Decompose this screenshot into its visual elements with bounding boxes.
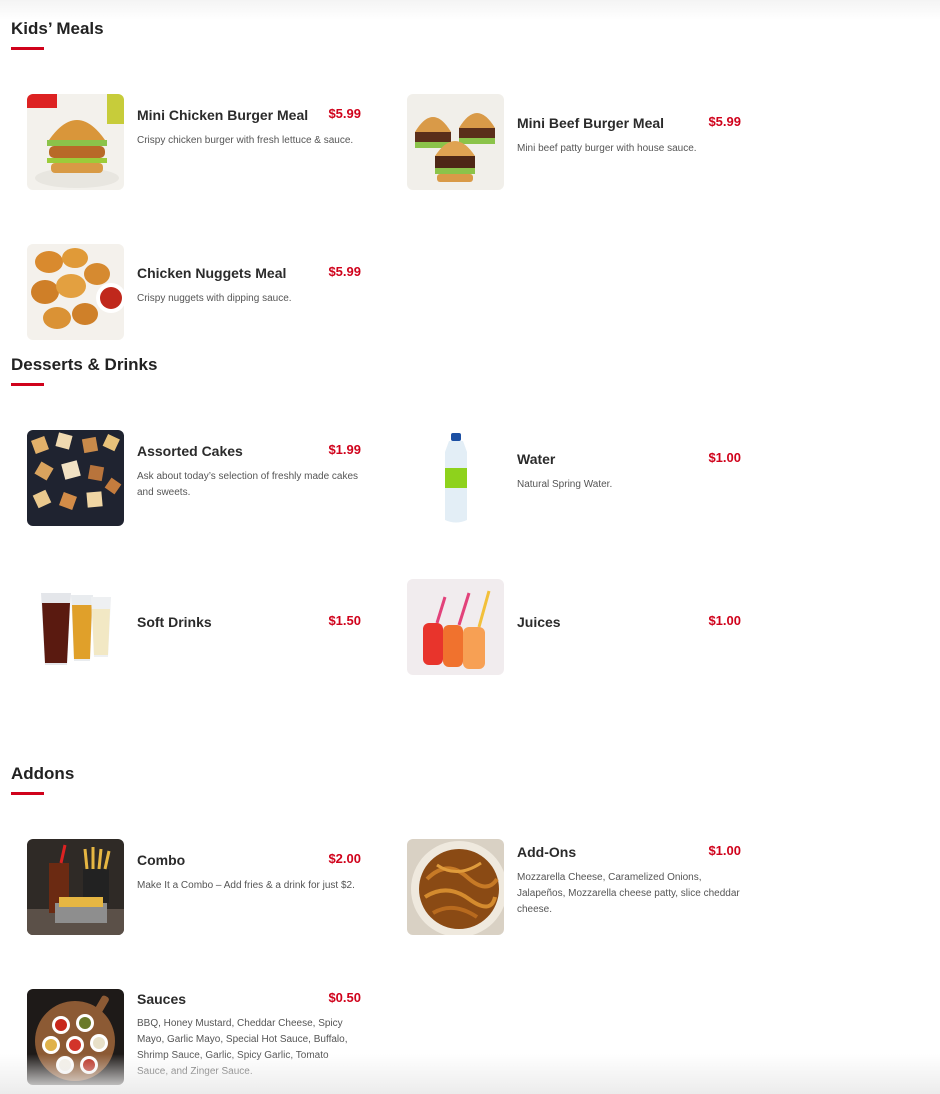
item-price: $1.99 xyxy=(328,442,361,457)
section-title-desserts-drinks: Desserts & Drinks xyxy=(11,355,158,374)
item-description: Natural Spring Water. xyxy=(517,479,613,490)
item-description: Make It a Combo – Add fries & a drink fo… xyxy=(137,880,355,891)
item-name: Juices xyxy=(517,614,561,630)
caramelized-onions-image xyxy=(407,839,504,935)
mini-chicken-burger-image xyxy=(27,94,124,190)
item-price: $5.99 xyxy=(328,264,361,279)
mini-beef-burger-image xyxy=(407,94,504,190)
item-price: $5.99 xyxy=(328,106,361,121)
item-description: Crispy chicken burger with fresh lettuce… xyxy=(137,135,354,146)
item-price: $1.00 xyxy=(708,613,741,628)
section-underline xyxy=(11,47,44,50)
sauces-image xyxy=(27,989,124,1085)
item-name: Soft Drinks xyxy=(137,614,212,630)
item-description: Mini beef patty burger with house sauce. xyxy=(517,143,697,154)
item-price: $2.00 xyxy=(328,851,361,866)
combo-image xyxy=(27,839,124,935)
item-price: $1.00 xyxy=(708,843,741,858)
item-description: BBQ, Honey Mustard, Cheddar Cheese, Spic… xyxy=(137,1018,348,1077)
item-name: Chicken Nuggets Meal xyxy=(137,265,287,281)
item-price: $0.50 xyxy=(328,990,361,1005)
water-bottle-image xyxy=(407,430,504,526)
assorted-cakes-image xyxy=(27,430,124,526)
juices-image xyxy=(407,579,504,675)
item-name: Add-Ons xyxy=(517,844,577,860)
item-name: Mini Beef Burger Meal xyxy=(517,115,665,131)
item-price: $1.50 xyxy=(328,613,361,628)
chicken-nuggets-image xyxy=(27,244,124,340)
soft-drinks-image xyxy=(27,579,124,675)
section-underline xyxy=(11,792,44,795)
item-price: $5.99 xyxy=(708,114,741,129)
item-name: Mini Chicken Burger Meal xyxy=(137,107,309,123)
item-name: Combo xyxy=(137,852,186,868)
item-name: Water xyxy=(517,451,556,467)
section-underline xyxy=(11,383,44,386)
item-price: $1.00 xyxy=(708,450,741,465)
item-description: Ask about today’s selection of freshly m… xyxy=(137,471,359,498)
section-title-addons: Addons xyxy=(11,764,75,783)
item-description: Mozzarella Cheese, Caramelized Onions, J… xyxy=(517,872,740,915)
item-name: Assorted Cakes xyxy=(137,443,243,459)
item-name: Sauces xyxy=(137,991,187,1007)
section-title-kids-meals: Kids’ Meals xyxy=(11,19,104,38)
item-description: Crispy nuggets with dipping sauce. xyxy=(137,293,292,304)
top-fade xyxy=(0,0,940,20)
